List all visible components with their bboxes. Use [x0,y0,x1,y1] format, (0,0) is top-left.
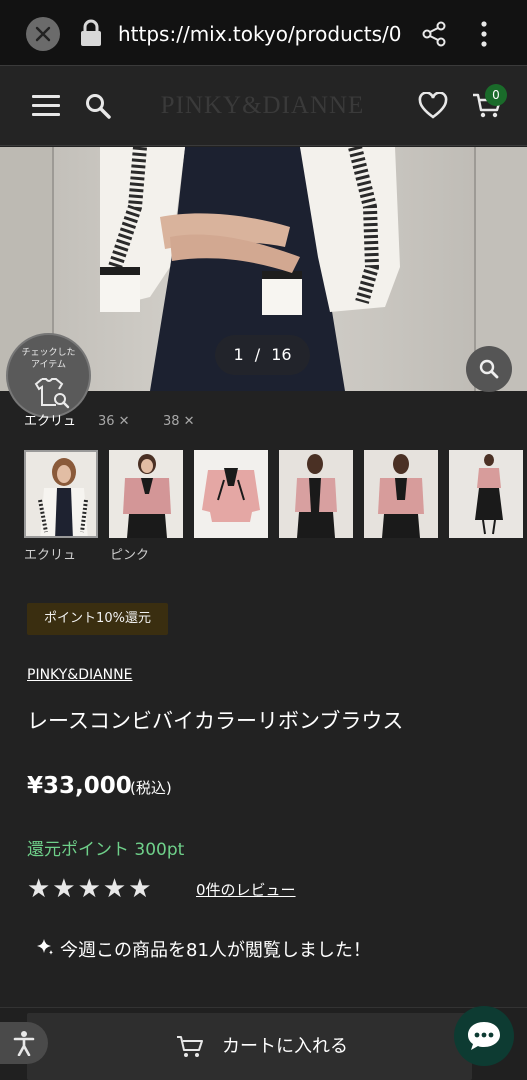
hamburger-icon[interactable] [32,95,60,117]
thumbnail-ecru[interactable] [24,450,98,538]
browser-toolbar: https://mix.tokyo/products/0 [0,0,527,66]
product-title: レースコンビバイカラーリボンブラウス [27,709,404,733]
add-to-cart-label: カートに入れる [222,1036,348,1057]
search-icon[interactable] [84,92,112,120]
share-icon[interactable] [420,20,448,48]
site-header: PINKY&DIANNE [0,66,527,146]
cart-icon [176,1034,204,1060]
more-vert-icon[interactable] [470,18,498,50]
product-price: ¥33,000 [27,773,132,799]
recent-views-notice: 今週この商品を81人が閲覧しました！ [36,938,371,964]
color-thumbnail-strip [24,450,527,540]
brand-link[interactable]: PINKY&DIANNE [27,667,132,683]
reward-points: 還元ポイント 300pt [27,840,185,860]
recent-views-text: 今週この商品を81人が閲覧しました！ [60,940,371,961]
selected-options-row: エクリュ 36 ✕ 38 ✕ [24,412,504,432]
cart-count-badge: 0 [485,84,507,106]
accessibility-icon[interactable] [0,1022,48,1064]
gallery-counter: 1 / 16 [215,335,310,375]
thumbnail-pink-model[interactable] [279,450,353,538]
thumbnail-pink[interactable] [109,450,183,538]
gallery-counter-separator: / [254,345,261,364]
thumbnail-pink-full[interactable] [449,450,523,538]
gallery-counter-current: 1 [233,345,244,364]
selected-color: エクリュ [24,414,77,429]
zoom-icon[interactable] [466,346,512,392]
thumbnail-pink-front[interactable] [364,450,438,538]
tax-note: (税込) [130,779,172,797]
thumbnail-caption-pink: ピンク [110,548,150,563]
size-chip-38[interactable]: 38 ✕ [163,412,195,432]
brand-logo[interactable]: PINKY&DIANNE [150,88,375,124]
checked-items-button[interactable]: チェックした アイテム [6,333,91,418]
close-icon[interactable] [26,17,60,51]
shirt-search-icon [32,375,72,409]
address-bar-url[interactable]: https://mix.tokyo/products/0 [118,18,403,50]
rating-stars: ★★★★★ [27,874,154,904]
review-link[interactable]: 0件のレビュー [196,879,296,901]
thumbnail-caption-ecru: エクリュ [24,548,77,563]
size-chip-36[interactable]: 36 ✕ [98,412,130,432]
thumbnail-pink-flat[interactable] [194,450,268,538]
gallery-counter-total: 16 [271,345,292,364]
point-rate-badge: ポイント10%還元 [27,603,168,635]
heart-icon[interactable] [418,91,448,120]
sparkle-icon [36,938,54,964]
checked-items-label: チェックした アイテム [21,348,76,370]
lock-icon [78,18,104,48]
chat-icon[interactable] [454,1006,514,1066]
